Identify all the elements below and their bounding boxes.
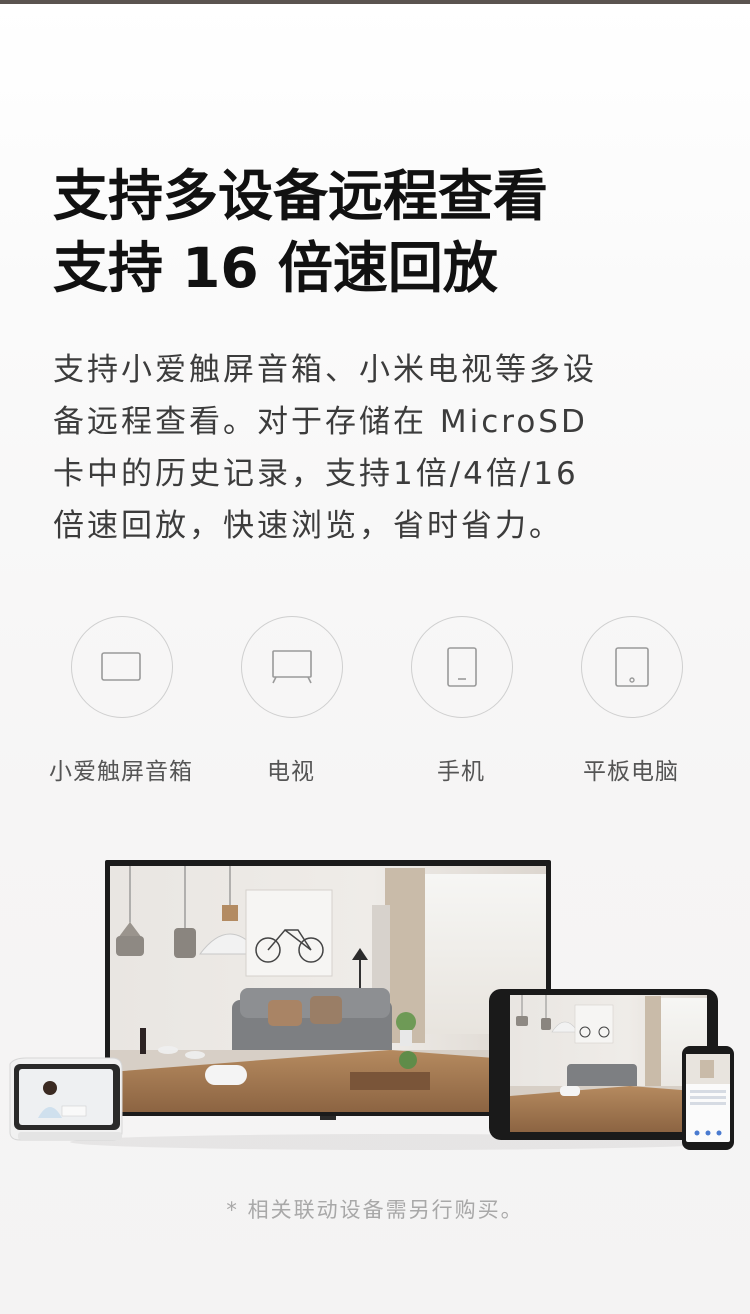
headline-line-1: 支持多设备远程查看: [53, 164, 549, 228]
device-scene-illustration: [9, 860, 734, 1150]
device-tablet: 平板电脑: [531, 614, 731, 794]
description: 支持小爱触屏音箱、小米电视等多设 备远程查看。对于存储在 MicroSD 卡中的…: [53, 344, 703, 552]
description-line-3: 卡中的历史记录，支持1倍/4倍/16: [53, 456, 579, 492]
device-icon-circle: [581, 616, 683, 718]
smart-speaker-icon: [101, 652, 141, 681]
footnote: * 相关联动设备需另行购买。: [226, 1198, 524, 1222]
device-icon-circle: [241, 616, 343, 718]
tablet-icon: [615, 647, 649, 687]
description-line-2: 备远程查看。对于存储在 MicroSD: [53, 404, 588, 440]
headline: 支持多设备远程查看 支持 16 倍速回放: [53, 160, 703, 304]
phone-device: [682, 1046, 734, 1150]
device-icon-circle: [71, 616, 173, 718]
headline-line-2: 支持 16 倍速回放: [53, 236, 498, 300]
tv-icon: [272, 650, 312, 684]
smart-speaker-device: [9, 1057, 123, 1141]
device-label: 平板电脑: [583, 759, 679, 785]
description-line-4: 倍速回放，快速浏览，省时省力。: [53, 508, 563, 544]
tv-device: [105, 860, 551, 1120]
top-rule: [0, 0, 750, 4]
device-icon-circle: [411, 616, 513, 718]
phone-icon: [447, 647, 477, 687]
device-list: 小爱触屏音箱 电视 手机 平板电脑: [0, 614, 750, 794]
description-line-1: 支持小爱触屏音箱、小米电视等多设: [53, 352, 597, 388]
